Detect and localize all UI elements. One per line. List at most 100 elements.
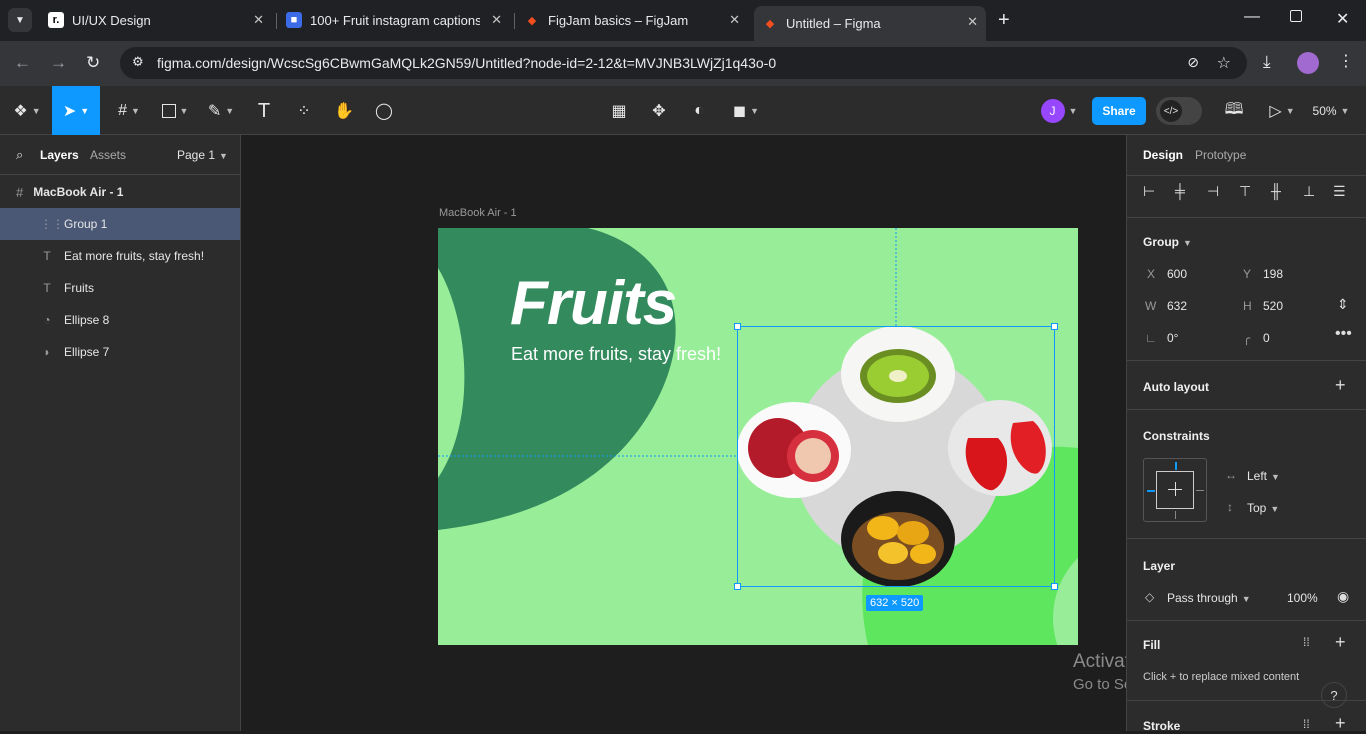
browser-tab[interactable]: ■ 100+ Fruit instagram captions ✕: [278, 6, 510, 34]
x-input[interactable]: 600: [1167, 267, 1187, 281]
avatar-button[interactable]: J ▼: [1037, 96, 1081, 126]
minimize-button[interactable]: —: [1244, 8, 1260, 26]
tab-prototype[interactable]: Prototype: [1195, 148, 1246, 162]
browser-tab[interactable]: r. UI/UX Design ✕: [40, 6, 272, 34]
boolean-button[interactable]: ◼ ▼: [728, 96, 764, 126]
design-panel: Design Prototype ⊢ ╪ ⊣ ⊤ ╫ ⊥ ☰ Group ▼ X …: [1126, 135, 1366, 733]
text-icon: T: [257, 99, 271, 122]
eye-icon[interactable]: ◉: [1337, 588, 1349, 605]
restore-button[interactable]: [1290, 10, 1302, 22]
bookmark-star-icon[interactable]: ☆: [1217, 53, 1231, 73]
main-menu-button[interactable]: ❖ ▼: [10, 96, 44, 126]
w-input[interactable]: 632: [1167, 299, 1187, 313]
comment-tool-button[interactable]: ◯: [372, 96, 396, 126]
text-tool-button[interactable]: T: [252, 96, 276, 126]
chrome-menu-icon[interactable]: ⋮: [1338, 51, 1354, 71]
rotation-input[interactable]: 0°: [1167, 331, 1178, 345]
align-left-icon[interactable]: ⊢: [1143, 183, 1155, 200]
grid-button[interactable]: ▦: [607, 96, 631, 126]
mask-button[interactable]: ◐: [687, 96, 711, 126]
selection-box[interactable]: [734, 323, 1058, 590]
browser-tab-active[interactable]: ◆ Untitled – Figma ✕: [754, 6, 986, 41]
comment-icon: ◯: [375, 103, 393, 120]
new-tab-button[interactable]: +: [998, 9, 1010, 32]
profile-avatar[interactable]: [1297, 52, 1319, 74]
frame-label[interactable]: MacBook Air - 1: [439, 207, 517, 219]
move-tool-button[interactable]: ➤ ▼: [52, 86, 100, 135]
title-text[interactable]: Fruits: [510, 268, 677, 339]
subtitle-text[interactable]: Eat more fruits, stay fresh!: [511, 344, 721, 365]
align-center-h-icon[interactable]: ╪: [1175, 183, 1185, 199]
resize-handle[interactable]: [734, 583, 741, 590]
close-tab-icon[interactable]: ✕: [253, 12, 264, 28]
resize-handle[interactable]: [1051, 323, 1058, 330]
layer-label: Layer: [1143, 559, 1176, 573]
radius-input[interactable]: 0: [1263, 331, 1270, 345]
vertical-constraint-dropdown[interactable]: Top ▼: [1247, 501, 1279, 515]
canvas[interactable]: MacBook Air - 1 Fruits Eat more fruits, …: [241, 135, 1126, 731]
layer-item[interactable]: T Eat more fruits, stay fresh!: [0, 240, 240, 272]
opacity-input[interactable]: 100%: [1287, 591, 1318, 605]
back-icon[interactable]: ←: [14, 53, 31, 73]
constrain-proportions-icon[interactable]: ⇕: [1337, 296, 1349, 313]
more-options-icon[interactable]: •••: [1335, 325, 1352, 343]
align-bottom-icon[interactable]: ⊥: [1303, 183, 1315, 200]
text-icon: T: [43, 281, 51, 295]
close-window-button[interactable]: ✕: [1336, 9, 1349, 29]
horizontal-constraint-dropdown[interactable]: Left ▼: [1247, 469, 1280, 483]
y-input[interactable]: 198: [1263, 267, 1283, 281]
style-grid-icon[interactable]: ⁞⁞: [1303, 717, 1310, 731]
address-bar[interactable]: ⚙ figma.com/design/WcscSg6CBwmGaMQLk2GN5…: [120, 47, 1247, 79]
frame-icon: #: [16, 184, 24, 200]
close-tab-icon[interactable]: ✕: [967, 14, 978, 30]
layer-item[interactable]: ◔ Ellipse 8: [0, 304, 240, 336]
pen-tool-button[interactable]: ✎ ▼: [204, 96, 238, 126]
forward-icon[interactable]: →: [50, 53, 67, 73]
layer-item[interactable]: ⋮⋮ Group 1: [0, 208, 240, 240]
layer-item[interactable]: T Fruits: [0, 272, 240, 304]
constraints-label: Constraints: [1143, 429, 1210, 443]
tab-search-button[interactable]: ▼: [8, 8, 32, 32]
resize-handle[interactable]: [734, 323, 741, 330]
align-middle-icon[interactable]: ╫: [1271, 183, 1281, 199]
figma-icon: ◆: [527, 14, 537, 27]
layer-frame[interactable]: # MacBook Air - 1: [0, 176, 240, 208]
frame-tool-button[interactable]: # ▼: [112, 96, 146, 126]
url-text[interactable]: figma.com/design/WcscSg6CBwmGaMQLk2GN59/…: [157, 55, 776, 71]
add-fill-icon[interactable]: +: [1335, 632, 1346, 653]
component-button[interactable]: ✥: [647, 96, 671, 126]
style-grid-icon[interactable]: ⁞⁞: [1303, 635, 1310, 649]
reload-icon[interactable]: ↻: [86, 53, 100, 73]
h-input[interactable]: 520: [1263, 299, 1283, 313]
dev-mode-toggle[interactable]: </>: [1156, 97, 1202, 125]
blend-mode-dropdown[interactable]: Pass through ▼: [1167, 591, 1251, 605]
close-tab-icon[interactable]: ✕: [729, 12, 740, 28]
add-auto-layout-icon[interactable]: +: [1335, 375, 1346, 396]
close-tab-icon[interactable]: ✕: [491, 12, 502, 28]
site-info-icon[interactable]: ⚙: [132, 54, 144, 70]
resize-handle[interactable]: [1051, 583, 1058, 590]
align-right-icon[interactable]: ⊣: [1207, 183, 1219, 200]
search-icon[interactable]: ⌕: [16, 147, 23, 163]
constraints-widget[interactable]: [1143, 458, 1207, 522]
share-button[interactable]: Share: [1092, 97, 1146, 125]
tab-assets[interactable]: Assets: [90, 148, 126, 162]
share-page-icon[interactable]: ⊘: [1187, 54, 1199, 71]
page-selector[interactable]: Page 1 ▼: [177, 148, 228, 162]
distribute-icon[interactable]: ☰: [1333, 183, 1346, 200]
grid-icon: ▦: [611, 103, 627, 120]
tab-design[interactable]: Design: [1143, 148, 1183, 162]
zoom-dropdown[interactable]: 50% ▼: [1310, 96, 1352, 126]
library-button[interactable]: 🕮: [1222, 96, 1246, 126]
group-dropdown[interactable]: Group ▼: [1143, 235, 1192, 249]
shape-tool-button[interactable]: ▼: [158, 96, 192, 126]
hand-tool-button[interactable]: ✋: [332, 96, 356, 126]
resources-button[interactable]: ⁘: [292, 96, 316, 126]
fill-mixed-note: Click + to replace mixed content: [1143, 671, 1300, 683]
layer-item[interactable]: ◗ Ellipse 7: [0, 336, 240, 368]
browser-tab[interactable]: ◆ FigJam basics – FigJam ✕: [516, 6, 748, 34]
tab-layers[interactable]: Layers: [40, 148, 79, 162]
download-icon[interactable]: ⤓: [1263, 52, 1271, 72]
present-button[interactable]: ▷ ▼: [1266, 96, 1298, 126]
align-top-icon[interactable]: ⊤: [1239, 183, 1251, 200]
